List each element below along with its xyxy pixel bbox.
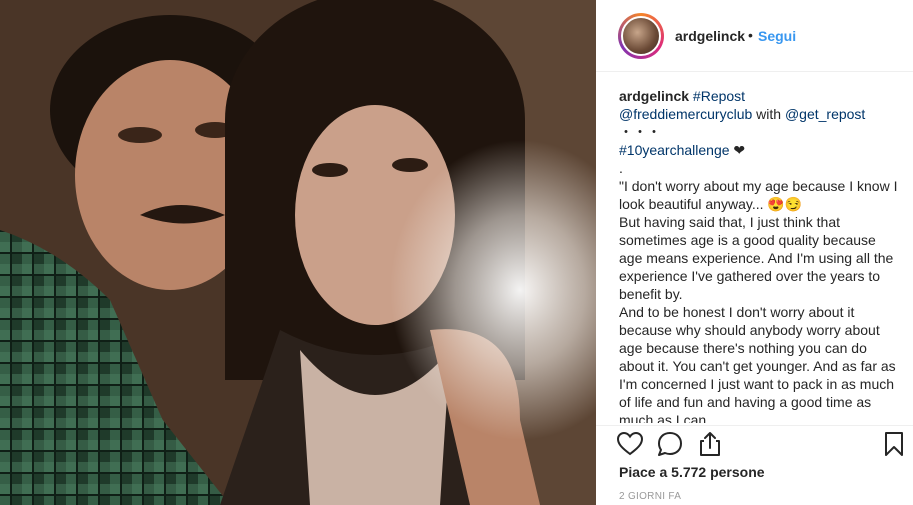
hashtag-challenge[interactable]: #10yearchallenge bbox=[619, 142, 730, 158]
caption: ardgelinck #Repost @freddiemercuryclub w… bbox=[619, 87, 901, 423]
username-link[interactable]: ardgelinck bbox=[675, 28, 745, 44]
caption-author[interactable]: ardgelinck bbox=[619, 88, 689, 104]
caption-challenge-line: #10yearchallenge ❤ bbox=[619, 141, 901, 159]
likes-count[interactable]: Piace a 5.772 persone bbox=[619, 464, 765, 480]
mention-source[interactable]: @freddiemercuryclub bbox=[619, 106, 752, 122]
caption-quote-3: And to be honest I don't worry about it … bbox=[619, 304, 896, 423]
heart-outline-icon[interactable] bbox=[616, 430, 644, 458]
avatar[interactable] bbox=[621, 16, 661, 56]
with-text: with bbox=[756, 106, 782, 122]
action-bar bbox=[596, 425, 913, 465]
post-timestamp[interactable]: 2 GIORNI FA bbox=[619, 491, 681, 502]
post-photo[interactable] bbox=[0, 0, 596, 505]
caption-period: . bbox=[619, 160, 623, 176]
heart-emoji: ❤ bbox=[733, 142, 746, 158]
follow-button[interactable]: Segui bbox=[758, 28, 796, 44]
avatar-story-ring[interactable] bbox=[618, 13, 664, 59]
caption-first-line: ardgelinck #Repost bbox=[619, 87, 901, 105]
mention-tool[interactable]: @get_repost bbox=[785, 106, 865, 122]
caption-quote-1: "I don't worry about my age because I kn… bbox=[619, 178, 898, 212]
bookmark-icon[interactable] bbox=[880, 430, 908, 458]
caption-credit-line: @freddiemercuryclub with @get_repost bbox=[619, 105, 901, 123]
post-header: ardgelinck • Segui bbox=[596, 0, 913, 72]
photo-illustration bbox=[0, 0, 596, 505]
speech-bubble-icon[interactable] bbox=[656, 430, 684, 458]
caption-quote-2: But having said that, I just think that … bbox=[619, 214, 894, 302]
hashtag-repost[interactable]: #Repost bbox=[693, 88, 745, 104]
caption-dots: ・・・ bbox=[619, 124, 661, 140]
post-sidebar: ardgelinck • Segui ardgelinck #Repost @f… bbox=[596, 0, 913, 505]
separator-dot: • bbox=[748, 27, 753, 43]
share-icon[interactable] bbox=[696, 430, 724, 458]
